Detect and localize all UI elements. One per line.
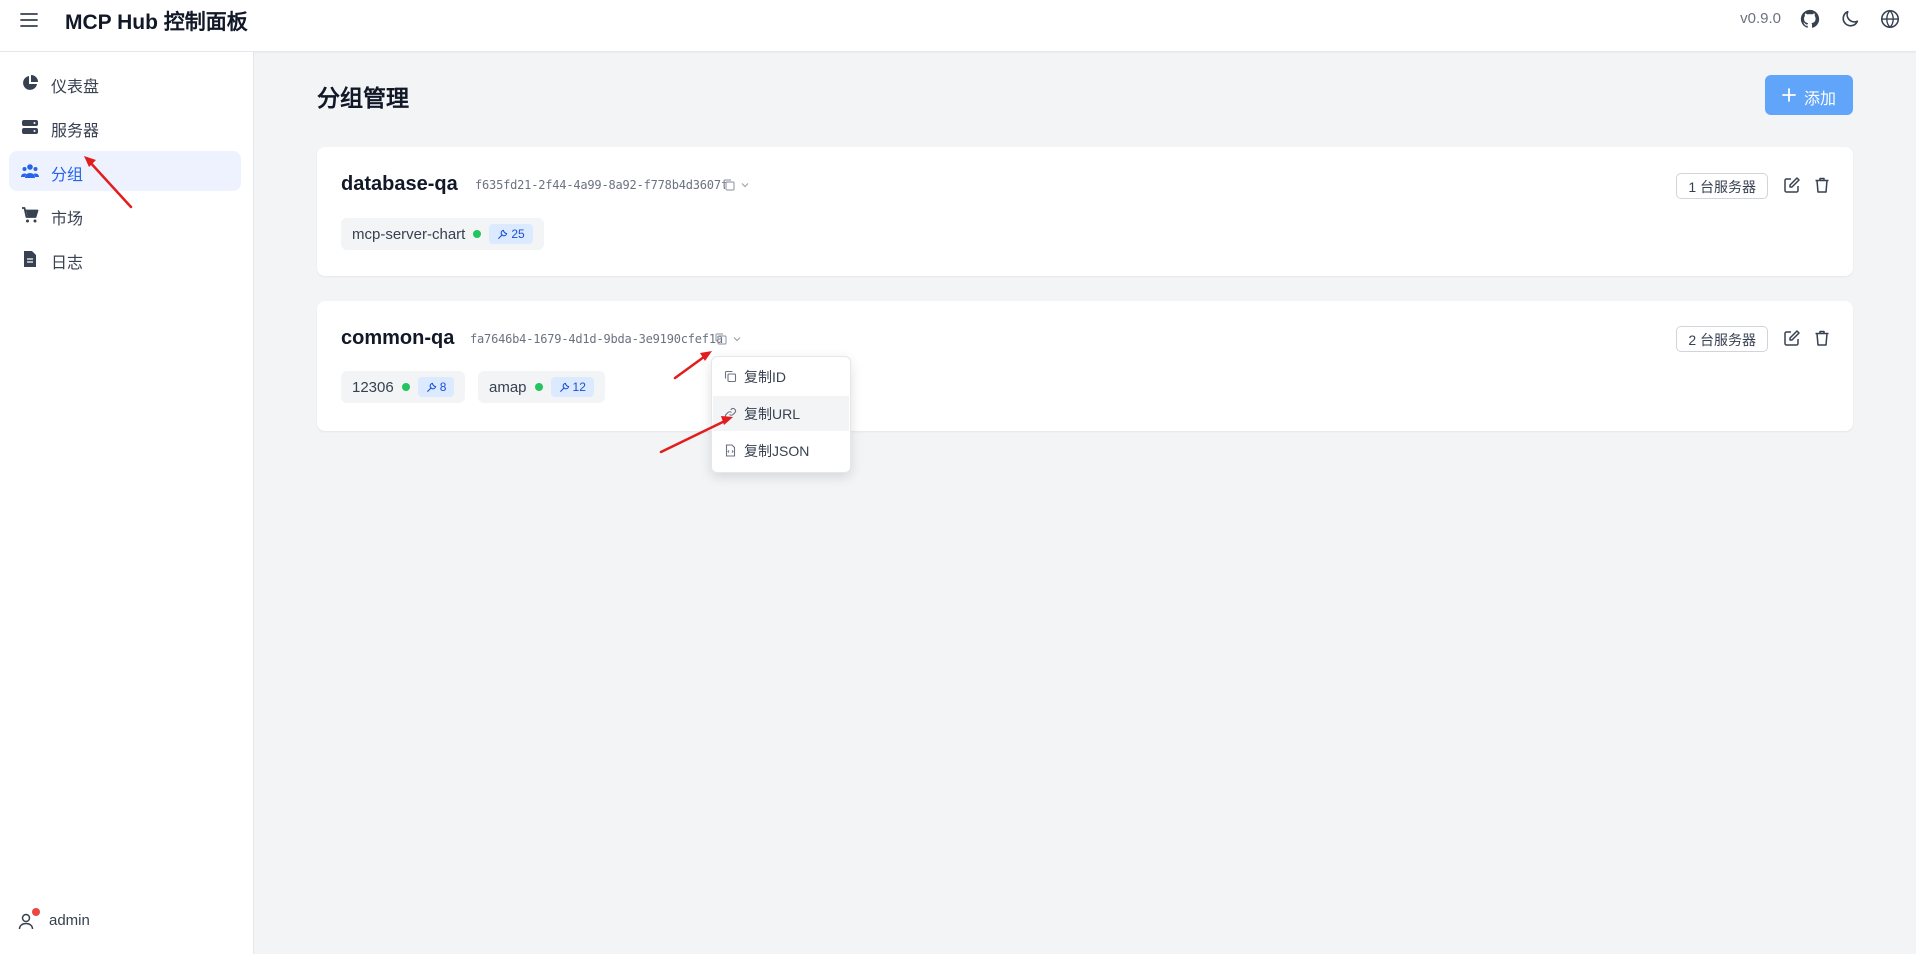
file-icon: [24, 251, 36, 267]
copy-dropdown-menu: 复制ID 复制URL 复制JSON: [711, 356, 851, 473]
copy-url-label: 复制URL: [744, 406, 801, 422]
github-icon[interactable]: [1799, 8, 1821, 30]
group-card: database-qa f635fd21-2f44-4a99-8a92-f778…: [317, 147, 1853, 276]
page-title: 分组管理: [317, 85, 409, 111]
user-menu[interactable]: admin: [16, 908, 216, 934]
status-online-dot: [401, 383, 410, 391]
tool-count-badge: 12: [550, 377, 594, 397]
copy-icon[interactable]: [714, 332, 728, 346]
link-icon: [724, 407, 737, 420]
status-online-dot: [473, 230, 482, 238]
sidebar-item-label: 市场: [51, 211, 84, 228]
users-icon: [21, 164, 39, 178]
server-chip[interactable]: amap 12: [478, 371, 605, 403]
server-icon: [22, 120, 38, 134]
tool-count: 12: [572, 380, 586, 394]
sidebar-item-groups[interactable]: 分组: [9, 151, 241, 191]
group-id: fa7646b4-1679-4d1d-9bda-3e9190cfef1a: [470, 332, 723, 346]
server-name: mcp-server-chart: [352, 225, 466, 243]
trash-icon[interactable]: [1813, 329, 1831, 347]
copy-json-item[interactable]: 复制JSON: [713, 433, 849, 468]
chevron-down-icon[interactable]: [732, 334, 742, 344]
add-group-button[interactable]: 添加: [1765, 75, 1853, 115]
annotation-arrows: [84, 156, 733, 454]
server-chip[interactable]: mcp-server-chart 25: [341, 218, 544, 250]
version-label: v0.9.0: [1740, 10, 1781, 27]
notification-dot: [32, 908, 40, 916]
tool-count: 8: [439, 380, 447, 394]
sidebar-item-market[interactable]: 市场: [9, 195, 241, 235]
moon-icon[interactable]: [1839, 8, 1861, 30]
server-name: amap: [489, 378, 527, 396]
sidebar-item-label: 分组: [51, 167, 84, 184]
status-online-dot: [534, 383, 543, 391]
group-card: common-qa fa7646b4-1679-4d1d-9bda-3e9190…: [317, 301, 1853, 431]
sidebar-item-servers[interactable]: 服务器: [9, 107, 241, 147]
server-name: 12306: [352, 378, 394, 396]
copy-icon: [724, 370, 737, 383]
group-name: database-qa: [341, 173, 458, 195]
group-id: f635fd21-2f44-4a99-8a92-f778b4d3607f: [475, 178, 728, 192]
copy-icon[interactable]: [722, 178, 736, 192]
sidebar-item-dashboard[interactable]: 仪表盘: [9, 63, 241, 103]
server-count-badge: 1 台服务器: [1676, 173, 1768, 199]
server-count-badge: 2 台服务器: [1676, 326, 1768, 352]
server-chip[interactable]: 12306 8: [341, 371, 466, 403]
wrench-icon: [498, 229, 508, 239]
copy-url-item[interactable]: 复制URL: [713, 396, 849, 431]
sidebar-item-logs[interactable]: 日志: [9, 239, 241, 279]
globe-icon[interactable]: [1879, 8, 1901, 30]
sidebar-item-label: 仪表盘: [51, 79, 100, 96]
chevron-down-icon[interactable]: [740, 180, 750, 190]
user-name: admin: [49, 912, 90, 929]
file-json-icon: [725, 444, 736, 457]
trash-icon[interactable]: [1813, 176, 1831, 194]
tool-count-badge: 8: [417, 377, 455, 397]
sidebar-item-label: 服务器: [51, 123, 100, 140]
group-name: common-qa: [341, 327, 455, 349]
copy-json-label: 复制JSON: [744, 443, 810, 459]
plus-icon: [1782, 88, 1796, 102]
top-bar: MCP Hub 控制面板 v0.9.0: [0, 0, 1916, 52]
sidebar-item-label: 日志: [51, 255, 84, 272]
tool-count-badge: 25: [489, 224, 533, 244]
tool-count: 25: [511, 227, 525, 241]
sidebar: 仪表盘 服务器 分组 市场 日志 admin: [0, 52, 254, 954]
wrench-icon: [559, 382, 569, 392]
pie-chart-icon: [23, 75, 38, 90]
cart-icon: [22, 207, 39, 223]
copy-id-item[interactable]: 复制ID: [713, 359, 849, 394]
menu-icon[interactable]: [18, 9, 40, 31]
edit-icon[interactable]: [1783, 329, 1801, 347]
copy-id-label: 复制ID: [744, 369, 786, 385]
edit-icon[interactable]: [1783, 176, 1801, 194]
wrench-icon: [426, 382, 436, 392]
app-title: MCP Hub 控制面板: [65, 11, 248, 34]
add-button-label: 添加: [1804, 91, 1837, 108]
